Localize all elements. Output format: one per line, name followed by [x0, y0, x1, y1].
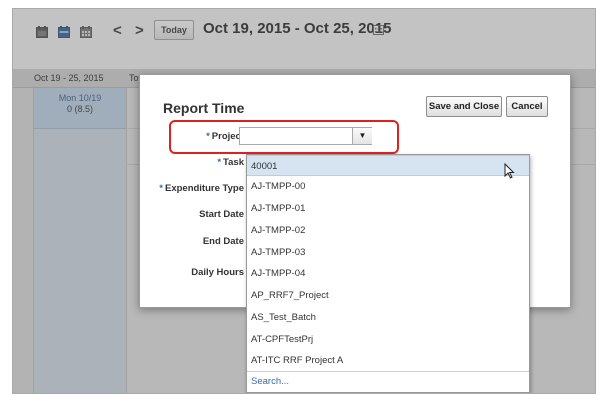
project-select[interactable]: ▼	[239, 127, 372, 145]
app-frame: < > Today Oct 19, 2015 - Oct 25, 2015 Oc…	[12, 8, 596, 394]
project-option[interactable]: AJ-TMPP-03	[247, 242, 529, 263]
project-option[interactable]: AJ-TMPP-02	[247, 220, 529, 241]
dialog-title: Report Time	[163, 100, 245, 116]
expenditure-type-label: * Expenditure Type	[159, 183, 244, 194]
project-option[interactable]: AT-ITC RRF Project A	[247, 350, 529, 371]
search-link[interactable]: Search...	[247, 371, 529, 392]
project-dropdown-list: 40001 AJ-TMPP-00 AJ-TMPP-01 AJ-TMPP-02 A…	[246, 154, 530, 393]
cancel-button[interactable]: Cancel	[506, 96, 548, 117]
project-option[interactable]: AP_RRF7_Project	[247, 285, 529, 306]
dropdown-arrow-icon[interactable]: ▼	[352, 128, 372, 144]
required-mark: *	[217, 157, 222, 168]
project-option-40001[interactable]: 40001	[247, 155, 529, 176]
save-and-close-button[interactable]: Save and Close	[426, 96, 502, 117]
daily-hours-label: Daily Hours	[191, 267, 244, 278]
required-mark: *	[159, 183, 163, 194]
mouse-cursor-icon	[504, 162, 515, 182]
project-option[interactable]: AT-CPFTestPrj	[247, 329, 529, 350]
project-option[interactable]: AJ-TMPP-04	[247, 263, 529, 284]
start-date-label: Start Date	[199, 209, 244, 220]
project-option[interactable]: AJ-TMPP-01	[247, 198, 529, 219]
end-date-label: End Date	[202, 236, 244, 247]
project-option[interactable]: AS_Test_Batch	[247, 307, 529, 328]
project-option[interactable]: AJ-TMPP-00	[247, 176, 529, 197]
task-label: * Task	[217, 157, 244, 168]
